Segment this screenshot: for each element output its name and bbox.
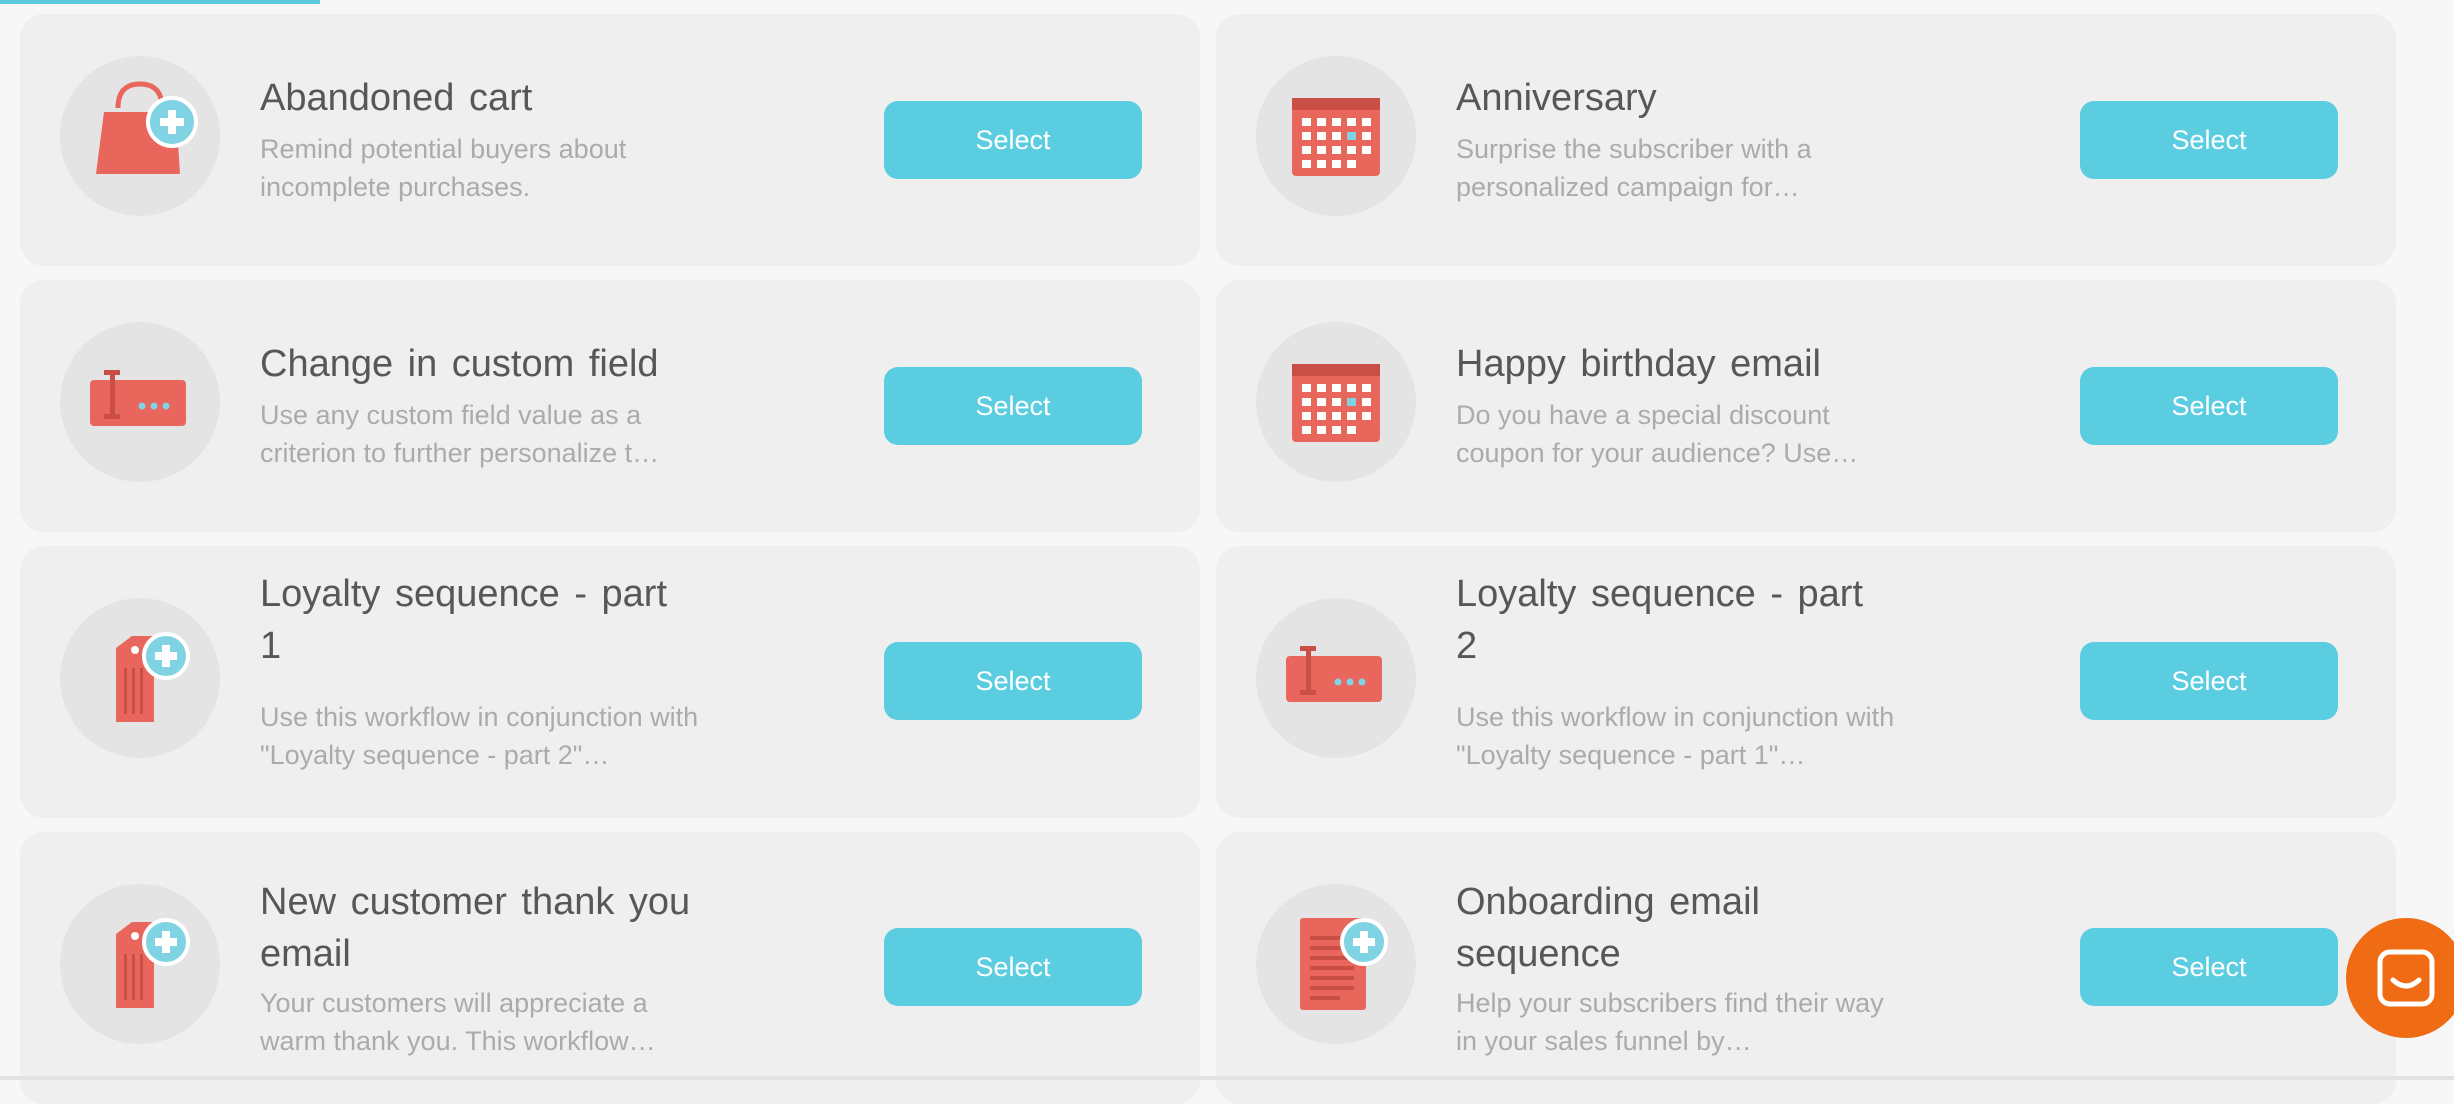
workflow-description: Surprise the subscriber with a personali… (1456, 134, 1812, 202)
chat-widget-button[interactable] (2346, 918, 2454, 1038)
workflow-description: Help your subscribers find their way in … (1456, 988, 1884, 1056)
workflow-title: Onboarding email sequence (1456, 881, 1760, 975)
calendar-icon (1256, 322, 1416, 482)
workflow-description: Use any custom field value as a criterio… (260, 400, 660, 468)
workflow-description: Your customers will appreciate a warm th… (260, 988, 656, 1056)
workflow-title: Loyalty sequence - part 1 (260, 573, 668, 667)
tag-plus-icon (60, 884, 220, 1044)
workflow-description: Remind potential buyers about incomplete… (260, 134, 627, 202)
select-button[interactable]: Select (884, 642, 1142, 720)
select-button[interactable]: Select (884, 101, 1142, 179)
custom-field-icon (1256, 598, 1416, 758)
workflow-title: Abandoned cart (260, 77, 533, 119)
select-button[interactable]: Select (884, 928, 1142, 1006)
workflow-description: Use this workflow in conjunction with "L… (1456, 702, 1895, 770)
workflow-description: Do you have a special discount coupon fo… (1456, 400, 1859, 468)
workflow-card-abandoned-cart: Abandoned cart Remind potential buyers a… (20, 14, 1200, 266)
workflow-card-loyalty-sequence-part-2: Loyalty sequence - part 2 Use this workf… (1216, 546, 2396, 818)
select-button[interactable]: Select (884, 367, 1142, 445)
chat-bubble-icon (2377, 949, 2435, 1007)
workflow-title: New customer thank you email (260, 881, 691, 975)
select-button[interactable]: Select (2080, 101, 2338, 179)
workflow-card-new-customer-thank-you-email: New customer thank you email Your custom… (20, 832, 1200, 1104)
shopping-bag-plus-icon (60, 56, 220, 216)
workflow-card-happy-birthday-email: Happy birthday email Do you have a speci… (1216, 280, 2396, 532)
workflow-title: Loyalty sequence - part 2 (1456, 573, 1864, 667)
workflow-description: Use this workflow in conjunction with "L… (260, 702, 699, 770)
workflow-card-loyalty-sequence-part-1: Loyalty sequence - part 1 Use this workf… (20, 546, 1200, 818)
workflow-card-onboarding-email-sequence: Onboarding email sequence Help your subs… (1216, 832, 2396, 1104)
bottom-divider (0, 1076, 2454, 1080)
workflow-card-anniversary: Anniversary Surprise the subscriber with… (1216, 14, 2396, 266)
workflow-title: Anniversary (1456, 77, 1657, 119)
select-button[interactable]: Select (2080, 928, 2338, 1006)
tag-plus-icon (60, 598, 220, 758)
workflow-title: Happy birthday email (1456, 343, 1821, 385)
loading-progress-bar (0, 0, 320, 4)
workflow-title: Change in custom field (260, 343, 659, 385)
workflow-card-change-in-custom-field: Change in custom field Use any custom fi… (20, 280, 1200, 532)
calendar-icon (1256, 56, 1416, 216)
custom-field-icon (60, 322, 220, 482)
select-button[interactable]: Select (2080, 642, 2338, 720)
document-plus-icon (1256, 884, 1416, 1044)
select-button[interactable]: Select (2080, 367, 2338, 445)
